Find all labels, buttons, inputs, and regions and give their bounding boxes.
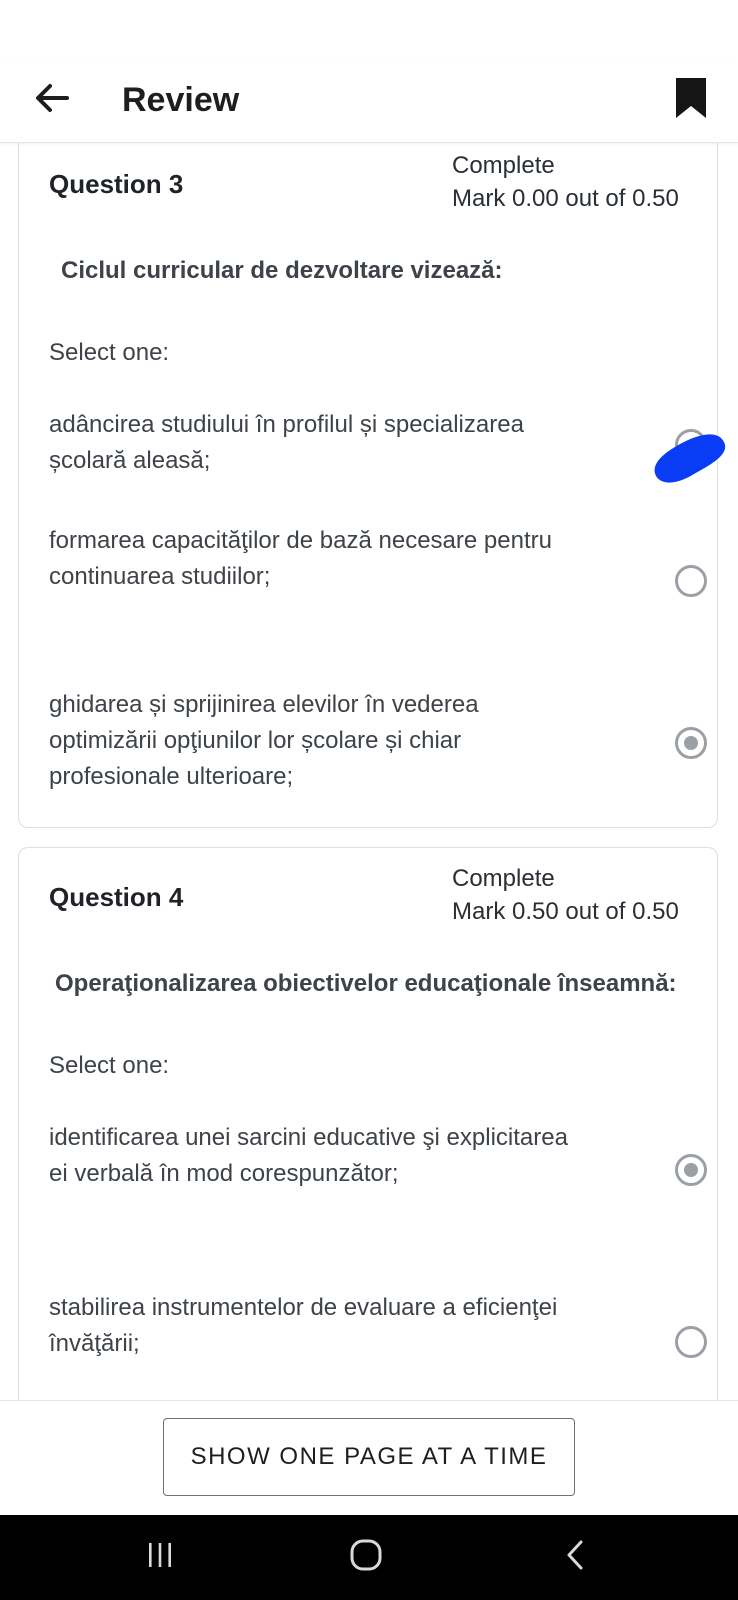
- back-chevron-icon: [563, 1539, 587, 1576]
- answer-option[interactable]: stabilirea instrumentelor de evaluare a …: [49, 1290, 707, 1370]
- answer-radio-selected[interactable]: [675, 1154, 707, 1186]
- question-text: Ciclul curricular de dezvoltare vizează:: [61, 257, 503, 284]
- recent-apps-button[interactable]: [130, 1531, 190, 1583]
- bookmark-icon: [674, 76, 708, 125]
- arrow-left-icon: [35, 83, 69, 118]
- page-title: Review: [122, 81, 240, 119]
- question-grade: Mark 0.50 out of 0.50: [452, 898, 679, 925]
- bookmark-button[interactable]: [666, 72, 716, 128]
- answer-radio[interactable]: [675, 429, 707, 461]
- select-one-label: Select one:: [49, 339, 170, 366]
- answer-option-label: adâncirea studiului în profilul și speci…: [49, 411, 524, 474]
- show-one-page-button[interactable]: SHOW ONE PAGE AT A TIME: [163, 1418, 575, 1496]
- answer-radio[interactable]: [675, 1326, 707, 1358]
- answer-option[interactable]: identificarea unei sarcini educative şi …: [49, 1120, 707, 1200]
- select-one-label: Select one:: [49, 1052, 170, 1079]
- question-text: Operaţionalizarea obiectivelor educaţion…: [55, 970, 677, 997]
- question-card-3: Question 3 Complete Mark 0.00 out of 0.5…: [18, 120, 718, 828]
- answer-radio[interactable]: [675, 565, 707, 597]
- answer-option[interactable]: ghidarea și sprijinirea elevilor în vede…: [49, 687, 707, 797]
- question-title: Question 3: [49, 169, 184, 199]
- review-content[interactable]: Question 3 Complete Mark 0.00 out of 0.5…: [0, 0, 738, 1400]
- answer-option[interactable]: formarea capacităţilor de bază necesare …: [49, 523, 707, 603]
- question-card-4: Question 4 Complete Mark 0.50 out of 0.5…: [18, 847, 718, 1400]
- answer-option[interactable]: adâncirea studiului în profilul și speci…: [49, 407, 707, 487]
- answer-option-label: stabilirea instrumentelor de evaluare a …: [49, 1294, 558, 1357]
- footer-bar: SHOW ONE PAGE AT A TIME: [0, 1400, 738, 1516]
- system-navigation-bar: [0, 1515, 738, 1600]
- answer-option-label: identificarea unei sarcini educative şi …: [49, 1124, 568, 1187]
- question-state: Complete: [452, 152, 555, 179]
- back-button[interactable]: [28, 76, 76, 124]
- question-title: Question 4: [49, 882, 184, 912]
- answer-option-label: formarea capacităţilor de bază necesare …: [49, 527, 552, 590]
- home-button[interactable]: [336, 1531, 396, 1583]
- question-grade: Mark 0.00 out of 0.50: [452, 185, 679, 212]
- system-back-button[interactable]: [545, 1531, 605, 1583]
- home-icon: [349, 1538, 383, 1577]
- question-state: Complete: [452, 865, 555, 892]
- answer-radio-selected[interactable]: [675, 727, 707, 759]
- recent-apps-icon: [145, 1541, 175, 1574]
- answer-option-label: ghidarea și sprijinirea elevilor în vede…: [49, 691, 479, 790]
- app-header: Review: [0, 60, 738, 143]
